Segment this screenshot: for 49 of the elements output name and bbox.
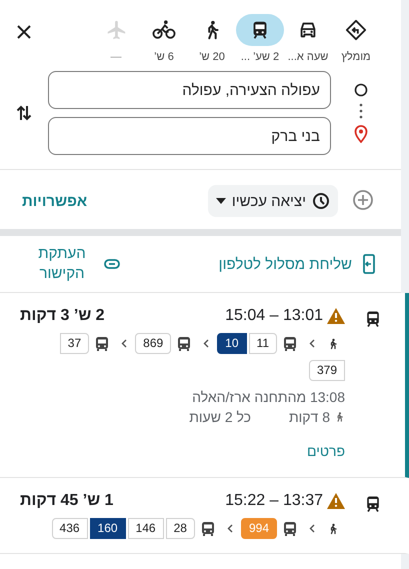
chevron-icon <box>203 339 210 348</box>
bus-line-badge: 379 <box>308 360 345 381</box>
bus-line-badge: 11 <box>248 333 277 354</box>
options-link[interactable]: אפשרויות <box>22 192 88 210</box>
send-to-phone-link[interactable]: שליחת מסלול לטלפון <box>218 254 376 274</box>
destination-field[interactable]: בני ברק <box>48 117 331 155</box>
bus-icon <box>283 336 297 352</box>
frequency-text: כל 2 שעות <box>189 409 251 425</box>
link-icon <box>104 259 120 269</box>
chevron-icon <box>309 339 315 348</box>
clock-icon <box>312 192 330 210</box>
bus-line-badge: 994 <box>240 518 277 539</box>
chevron-icon <box>226 524 233 533</box>
travel-mode-tab[interactable]: 6 ש’ <box>139 14 189 63</box>
bus-icon <box>200 520 215 536</box>
chevron-icon <box>309 524 315 533</box>
caret-icon <box>216 198 226 204</box>
route-times: 13:37 – 15:22 <box>225 492 323 510</box>
location-pin-icon <box>354 125 368 143</box>
copy-link-button[interactable]: העתקת הקישור <box>30 244 120 284</box>
bus-icon <box>95 336 110 352</box>
origin-field[interactable]: עפולה הצעירה, עפולה <box>48 71 331 109</box>
travel-mode-tab[interactable]: 20 ש’ <box>187 14 237 63</box>
travel-mode-tab[interactable]: שעה א... <box>283 14 333 63</box>
dots-icon <box>359 103 363 119</box>
swap-icon[interactable] <box>14 104 34 122</box>
bus-line-badge: 146 <box>128 518 164 539</box>
bus-icon <box>177 336 192 352</box>
route-duration: 1 ש’ 45 דקות <box>20 492 114 510</box>
bus-line-badge: 160 <box>90 518 126 539</box>
bus-icon <box>283 520 297 536</box>
bus-line-badge: 10 <box>217 333 247 354</box>
bus-line-badge: 436 <box>52 518 88 539</box>
origin-circle-icon <box>354 83 368 97</box>
phone-icon <box>362 254 376 274</box>
route-times: 13:01 – 15:04 <box>225 307 323 325</box>
bus-line-badge: 869 <box>135 333 172 354</box>
details-link[interactable]: פרטים <box>306 443 345 459</box>
bus-line-badge: 28 <box>166 518 195 539</box>
turn-sign-icon <box>345 19 367 41</box>
airplane-icon <box>105 19 127 41</box>
chevron-icon <box>121 339 128 348</box>
cyclist-icon <box>151 19 177 41</box>
departure-info: 13:08 מהתחנה ארז/האלה <box>191 389 345 405</box>
travel-mode-tab[interactable]: מומלץ <box>331 14 381 63</box>
route-duration: 2 ש’ 3 דקות <box>20 307 105 325</box>
departure-dropdown[interactable]: יציאה עכשיו <box>208 185 338 217</box>
bus-line-badge: 37 <box>60 333 90 354</box>
walk-time: 8 דקות <box>288 409 330 425</box>
